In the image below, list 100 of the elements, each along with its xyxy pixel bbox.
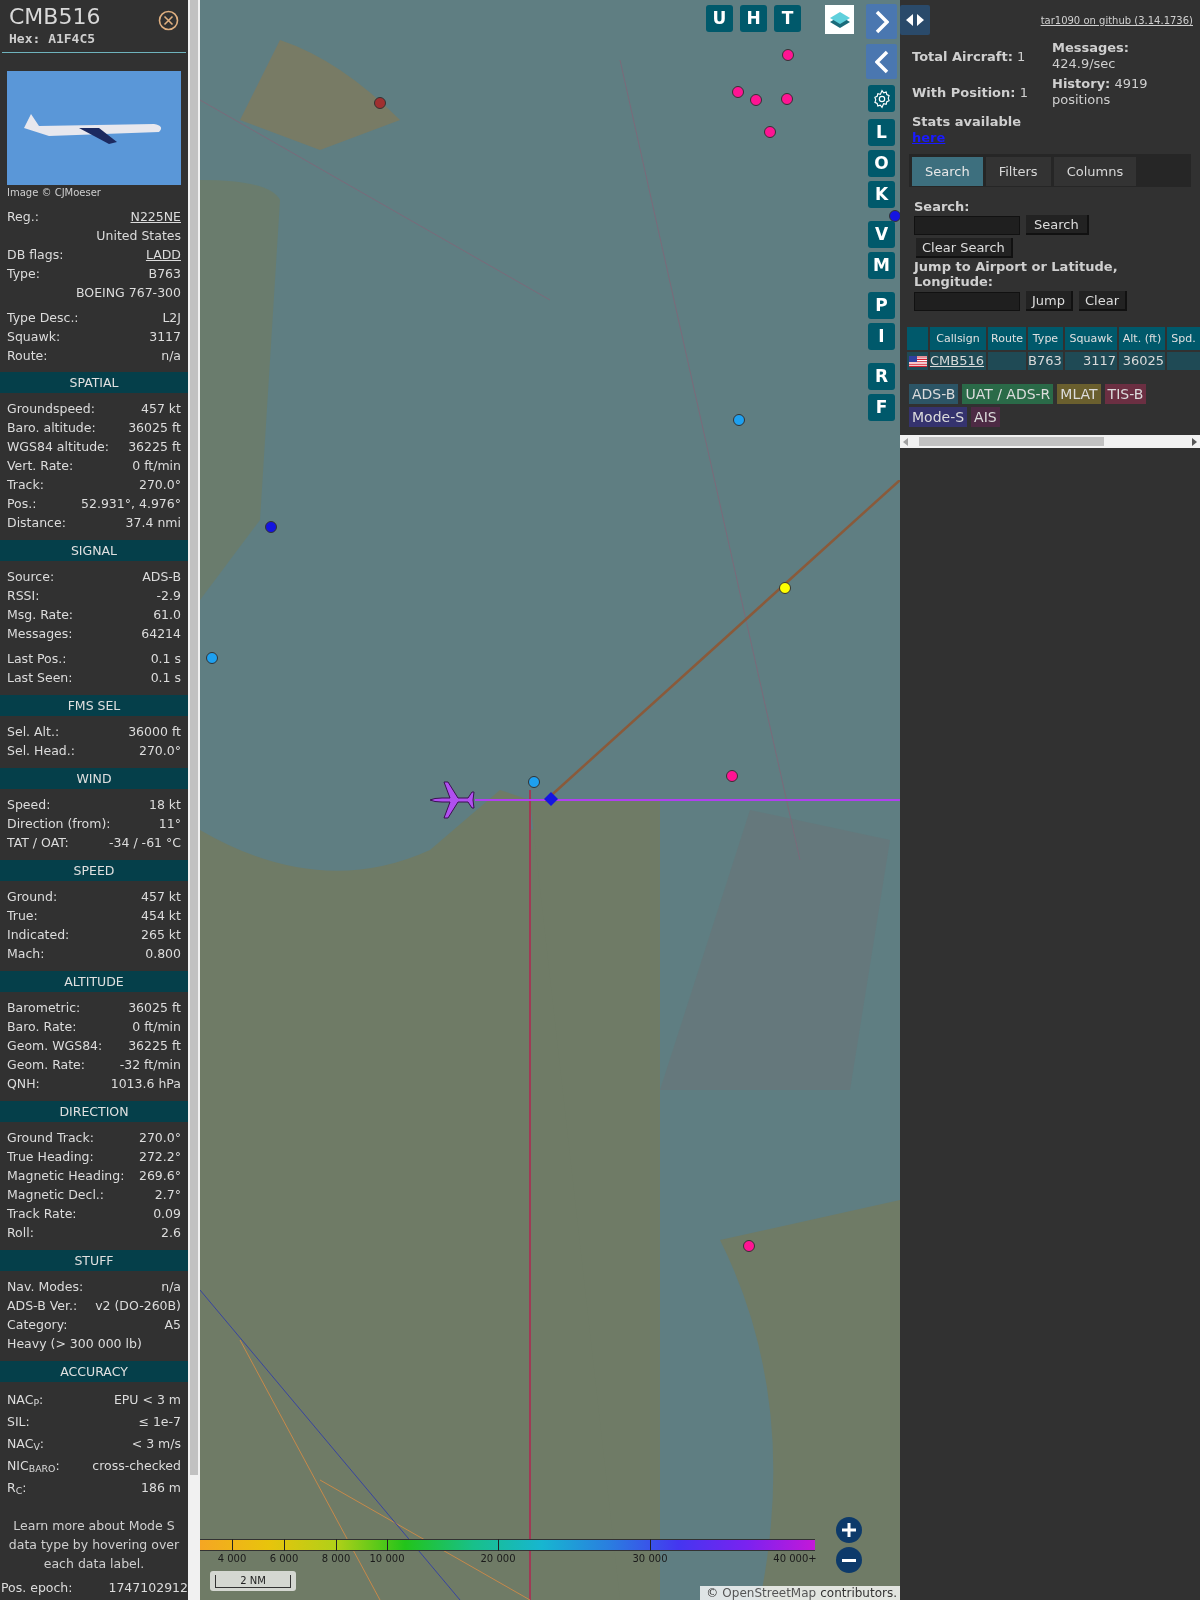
layers-button[interactable]	[825, 5, 854, 34]
field-label: Category:	[7, 1316, 68, 1335]
aircraft-marker-icon[interactable]	[528, 776, 540, 788]
clear-button[interactable]: Clear	[1079, 291, 1127, 311]
column-header[interactable]: Alt. (ft)	[1119, 327, 1165, 350]
aircraft-marker-icon[interactable]	[750, 94, 762, 106]
map-toggle-button[interactable]: M	[868, 252, 895, 279]
search-button[interactable]: Search	[1026, 215, 1089, 235]
map-toggle-button[interactable]: R	[868, 363, 895, 390]
field-value: 36025 ft	[128, 999, 181, 1018]
scale-label: 2 NM	[215, 1574, 291, 1588]
map-toggle-button[interactable]: H	[740, 5, 767, 32]
field-label: Ground Track:	[7, 1129, 94, 1148]
map-toggle-button[interactable]: P	[868, 292, 895, 319]
aircraft-marker-icon[interactable]	[782, 49, 794, 61]
close-icon[interactable]	[158, 10, 179, 31]
stat-text: Total Aircraft: 1	[912, 48, 1027, 66]
aircraft-callsign: CMB516	[9, 4, 101, 30]
legend-label: 4 000	[217, 1553, 247, 1565]
column-header[interactable]: Callsign	[930, 327, 986, 350]
section-header: SPATIAL	[0, 372, 188, 393]
field-value: 37.4 nmi	[125, 514, 181, 533]
field-value: 52.931°, 4.976°	[81, 495, 181, 514]
field-label: Track:	[7, 476, 44, 495]
aircraft-marker-icon[interactable]	[764, 126, 776, 138]
section-header: ACCURACY	[0, 1361, 188, 1382]
field-value: 457 kt	[141, 400, 181, 419]
copyright-sign: ©	[706, 1586, 719, 1600]
column-header[interactable]: Route	[988, 327, 1026, 350]
map-toggle-button[interactable]: L	[868, 119, 895, 146]
field-label: Pos.:	[7, 495, 37, 514]
map-toggle-button[interactable]: V	[868, 221, 895, 248]
sidebar-toggle-button[interactable]	[900, 5, 930, 35]
section-header: SPEED	[0, 860, 188, 881]
tab[interactable]: Columns	[1053, 157, 1137, 186]
aircraft-marker-icon[interactable]	[206, 652, 218, 664]
field-value: 0.1 s	[150, 650, 181, 669]
search-field[interactable]	[914, 215, 1020, 235]
jump-button[interactable]: Jump	[1026, 291, 1073, 311]
map-toggle-button[interactable]: K	[868, 181, 895, 208]
field-value: 11°	[158, 815, 181, 834]
horizontal-scrollbar[interactable]	[900, 435, 1200, 448]
attribution-text: contributors.	[820, 1586, 897, 1600]
aircraft-marker-icon[interactable]	[733, 414, 745, 426]
aircraft-icon[interactable]	[428, 780, 476, 820]
field-label: Reg.:	[7, 208, 39, 227]
aircraft-marker-icon[interactable]	[726, 770, 738, 782]
collapse-button[interactable]	[866, 44, 897, 79]
aircraft-marker-icon[interactable]	[781, 93, 793, 105]
flag-icon	[908, 355, 927, 367]
field-value: 0 ft/min	[132, 1018, 181, 1037]
expand-button[interactable]	[866, 4, 897, 39]
value-link[interactable]: LADD	[145, 246, 181, 265]
field-label: Mach:	[7, 945, 45, 964]
settings-button[interactable]	[868, 85, 895, 112]
field-value: 1747102912	[108, 1579, 188, 1597]
map-toggle-button[interactable]: F	[868, 394, 895, 421]
jump-field[interactable]	[914, 291, 1020, 311]
field-value: 272.2°	[138, 1148, 181, 1167]
column-header[interactable]: Type	[1028, 327, 1063, 350]
map-toggle-button[interactable]: T	[774, 5, 801, 32]
column-header[interactable]: Squawk	[1065, 327, 1117, 350]
field-value: -34 / -61 °C	[109, 834, 181, 853]
value-link[interactable]: N225NE	[130, 208, 181, 227]
map-toggle-button[interactable]: O	[868, 150, 895, 177]
scrollbar-thumb[interactable]	[190, 0, 198, 1475]
tab[interactable]: Search	[912, 157, 983, 186]
field-value: ADS-B	[142, 568, 181, 587]
field-label: Msg. Rate:	[7, 606, 74, 625]
field-label: SIL:	[7, 1412, 30, 1431]
field-value: B763	[148, 265, 181, 284]
tab[interactable]: Filters	[985, 157, 1051, 186]
scroll-left-arrow-icon[interactable]	[903, 437, 909, 446]
field-label: Baro. Rate:	[7, 1018, 77, 1037]
map-toggle-button[interactable]: U	[706, 5, 733, 32]
field-label: RSSI:	[7, 587, 40, 606]
aircraft-marker-icon[interactable]	[779, 582, 791, 594]
field-value: 18 kt	[148, 796, 181, 815]
map-toggle-button[interactable]: I	[868, 323, 895, 350]
github-link[interactable]: tar1090 on github (3.14.1736)	[1040, 13, 1193, 38]
field-label: Magnetic Decl.:	[7, 1186, 105, 1205]
column-header[interactable]: Spd.	[1167, 327, 1200, 350]
scrollbar[interactable]	[188, 0, 200, 1600]
clear-search-button[interactable]: Clear Search	[916, 238, 1013, 258]
photo-credit: Image © CJMoeser	[6, 186, 102, 200]
table-cell: 3117	[1065, 352, 1117, 370]
scrollbar-thumb[interactable]	[919, 437, 1104, 446]
aircraft-marker-icon[interactable]	[265, 521, 277, 533]
field-value: 2.7°	[154, 1186, 181, 1205]
field-value: 1013.6 hPa	[110, 1075, 181, 1094]
diamond-marker-icon[interactable]	[544, 792, 558, 806]
close-circle-drawing	[158, 10, 179, 31]
field-value: 2.6	[161, 1224, 181, 1243]
source-tag: ADS-B	[909, 384, 959, 404]
attribution-link[interactable]: OpenStreetMap	[722, 1586, 817, 1600]
hex-code: Hex: A1F4C5	[9, 30, 97, 48]
chevron-right-icon	[874, 9, 889, 34]
aircraft-marker-icon[interactable]	[732, 86, 744, 98]
callsign-link[interactable]: CMB516	[930, 352, 986, 370]
scroll-right-arrow-icon[interactable]	[1191, 437, 1197, 446]
